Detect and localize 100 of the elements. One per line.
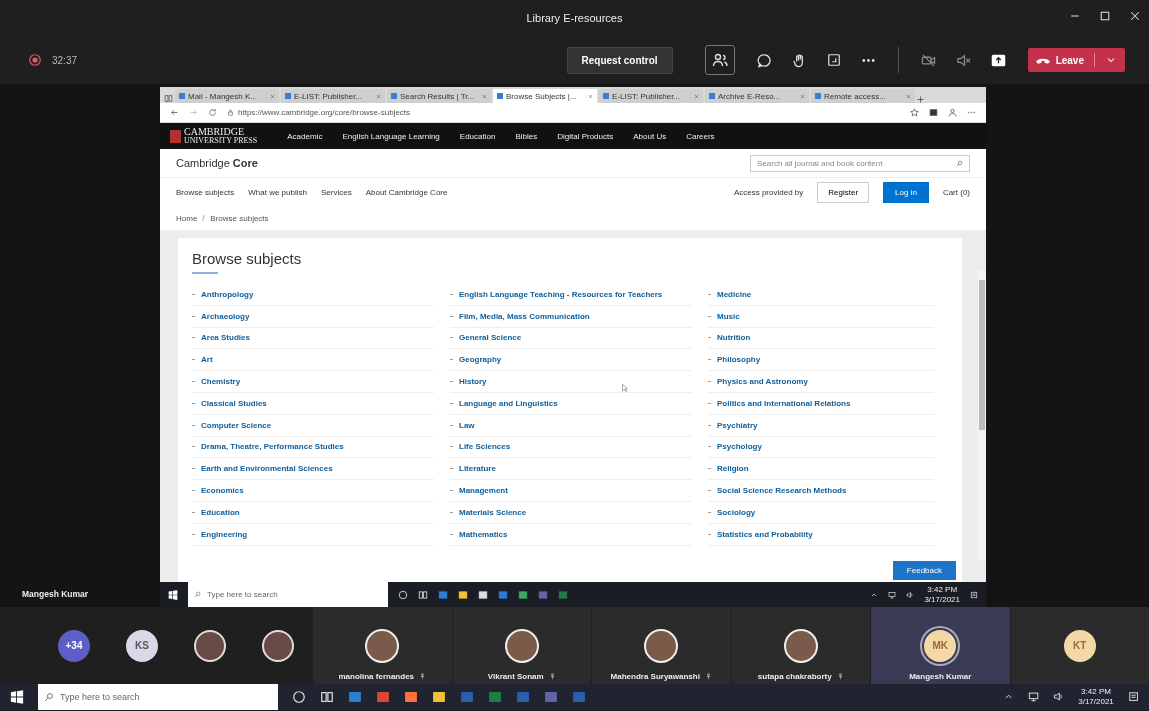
subject-link[interactable]: Geography [450,349,692,372]
subject-link[interactable]: Sociology [708,501,934,524]
maximize-icon[interactable] [1099,10,1111,22]
speaker-off-icon[interactable] [955,52,971,68]
subject-link[interactable]: Politics and International Relations [708,393,934,415]
subject-link[interactable]: Psychiatry [708,414,934,437]
browser-tab[interactable]: Archive E-Reso... [705,89,809,103]
nav-link[interactable]: Bibles [515,131,538,141]
favorite-icon[interactable] [910,108,919,117]
network-icon[interactable] [1027,691,1040,703]
task-view-icon[interactable] [418,589,428,600]
login-button[interactable]: Log in [883,181,929,203]
taskbar-clock[interactable]: 3:42 PM 3/17/2021 [1078,687,1114,707]
collections-icon[interactable] [929,108,938,117]
pin-icon[interactable] [836,673,844,680]
subnav-link[interactable]: Services [320,187,352,197]
subject-link[interactable]: Anthropology [192,284,434,306]
browser-tab[interactable]: Search Results | Tr... [387,89,491,103]
subnav-link[interactable]: What we publish [248,187,307,197]
taskbar-clock[interactable]: 3:42 PM 3/17/2021 [924,584,960,605]
breadcrumb-link[interactable]: Browse subjects [210,213,269,223]
subject-link[interactable]: Economics [192,480,434,502]
volume-icon[interactable] [906,590,915,599]
subnav-link[interactable]: About Cambridge Core [365,187,448,197]
start-icon[interactable] [168,589,178,600]
nav-link[interactable]: Careers [686,131,715,141]
reload-icon[interactable] [208,108,217,117]
subject-link[interactable]: Social Science Research Methods [708,480,934,502]
taskbar-search-field[interactable]: Type here to search [188,582,388,607]
subject-link[interactable]: Mathematics [450,523,692,546]
cortana-icon[interactable] [398,589,408,600]
back-icon[interactable] [170,108,179,117]
subject-link[interactable]: Management [450,480,692,502]
share-screen-icon[interactable] [990,52,1006,68]
tab-actions-icon[interactable] [164,94,173,103]
volume-icon[interactable] [1053,691,1065,703]
search-icon[interactable] [956,159,963,167]
browser-tab[interactable]: Browse Subjects |... [493,89,597,103]
notifications-icon[interactable] [970,590,978,599]
subject-link[interactable]: English Language Teaching - Resources for Teachers [450,284,692,306]
chat-icon[interactable] [756,52,772,68]
subject-link[interactable]: Literature [450,458,692,481]
subject-link[interactable]: Music [708,305,934,328]
subject-link[interactable]: Language and Linguistics [450,393,692,415]
subject-link[interactable]: Chemistry [192,371,434,393]
subject-link[interactable]: Education [192,501,434,524]
cortana-icon[interactable] [292,690,306,704]
subject-link[interactable]: Physics and Astronomy [708,371,934,393]
search-field[interactable]: Search all journal and book content [750,154,970,172]
share-tray-icon[interactable] [826,53,841,67]
network-icon[interactable] [888,590,897,599]
browser-tab[interactable]: Mail - Mangesh K... [175,89,279,103]
subject-link[interactable]: Materials Science [450,501,692,524]
taskbar-search-field[interactable]: Type here to search [38,684,278,710]
cambridge-logo[interactable]: CAMBRIDGE UNIVERSITY PRESS [170,127,258,145]
leave-button[interactable]: Leave [1027,48,1125,72]
scrollbar[interactable] [978,270,986,560]
tab-close-icon[interactable] [376,93,381,99]
subject-link[interactable]: Medicine [708,284,934,306]
subject-link[interactable]: Art [192,349,434,372]
subject-link[interactable]: Philosophy [708,349,934,372]
browser-tab[interactable]: E-LIST: Publisher... [599,89,703,103]
nav-link[interactable]: Academic [287,131,323,141]
start-icon[interactable] [10,690,24,704]
site-brand[interactable]: Cambridge Core [176,157,750,169]
register-button[interactable]: Register [817,181,870,203]
subnav-link[interactable]: Browse subjects [176,187,235,197]
cart-link[interactable]: Cart (0) [942,187,970,197]
pin-icon[interactable] [704,673,712,680]
nav-link[interactable]: About Us [633,131,667,141]
notifications-icon[interactable] [1127,691,1139,703]
task-view-icon[interactable] [320,690,334,704]
tab-close-icon[interactable] [588,93,593,99]
subject-link[interactable]: Classical Studies [192,393,434,415]
browser-tab[interactable]: Remote access... [811,89,915,103]
subject-link[interactable]: Earth and Environmental Sciences [192,458,434,481]
nav-link[interactable]: Education [459,131,496,141]
subject-link[interactable]: General Science [450,327,692,350]
tab-close-icon[interactable] [694,93,699,99]
close-icon[interactable] [1129,10,1141,22]
nav-link[interactable]: Digital Products [557,131,614,141]
tab-close-icon[interactable] [800,93,805,99]
subject-link[interactable]: Engineering [192,523,434,546]
new-tab-icon[interactable] [915,94,926,105]
subject-link[interactable]: Area Studies [192,327,434,350]
subject-link[interactable]: Psychology [708,436,934,459]
subject-link[interactable]: Statistics and Probability [708,523,934,546]
camera-off-icon[interactable] [920,52,936,68]
feedback-button[interactable]: Feedback [892,561,956,580]
participants-button[interactable] [704,45,735,75]
tab-close-icon[interactable] [270,93,275,99]
tab-close-icon[interactable] [482,93,487,99]
tab-close-icon[interactable] [906,93,911,99]
subject-link[interactable]: Religion [708,458,934,481]
profile-icon[interactable] [948,108,957,117]
browser-tab[interactable]: E-LIST: Publisher... [281,89,385,103]
pin-icon[interactable] [419,673,427,680]
subject-link[interactable]: Life Sciences [450,436,692,459]
subject-link[interactable]: Nutrition [708,327,934,350]
nav-link[interactable]: English Language Learning [342,131,440,141]
